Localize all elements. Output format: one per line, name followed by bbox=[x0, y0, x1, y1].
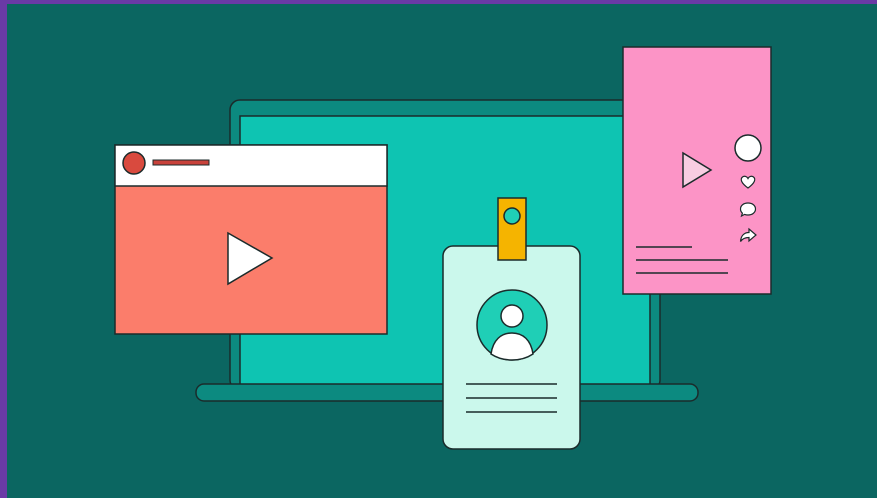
clip-hole bbox=[503, 207, 521, 225]
profile-circle bbox=[734, 134, 762, 162]
illustration-scene bbox=[114, 46, 772, 450]
phone-card bbox=[622, 46, 772, 295]
illustration-canvas bbox=[0, 0, 877, 498]
user-icon bbox=[476, 289, 548, 361]
video-window bbox=[114, 144, 388, 335]
user-head bbox=[500, 304, 524, 328]
channel-title-bar bbox=[152, 159, 210, 166]
comment-icon bbox=[739, 202, 757, 218]
channel-avatar bbox=[122, 151, 146, 175]
